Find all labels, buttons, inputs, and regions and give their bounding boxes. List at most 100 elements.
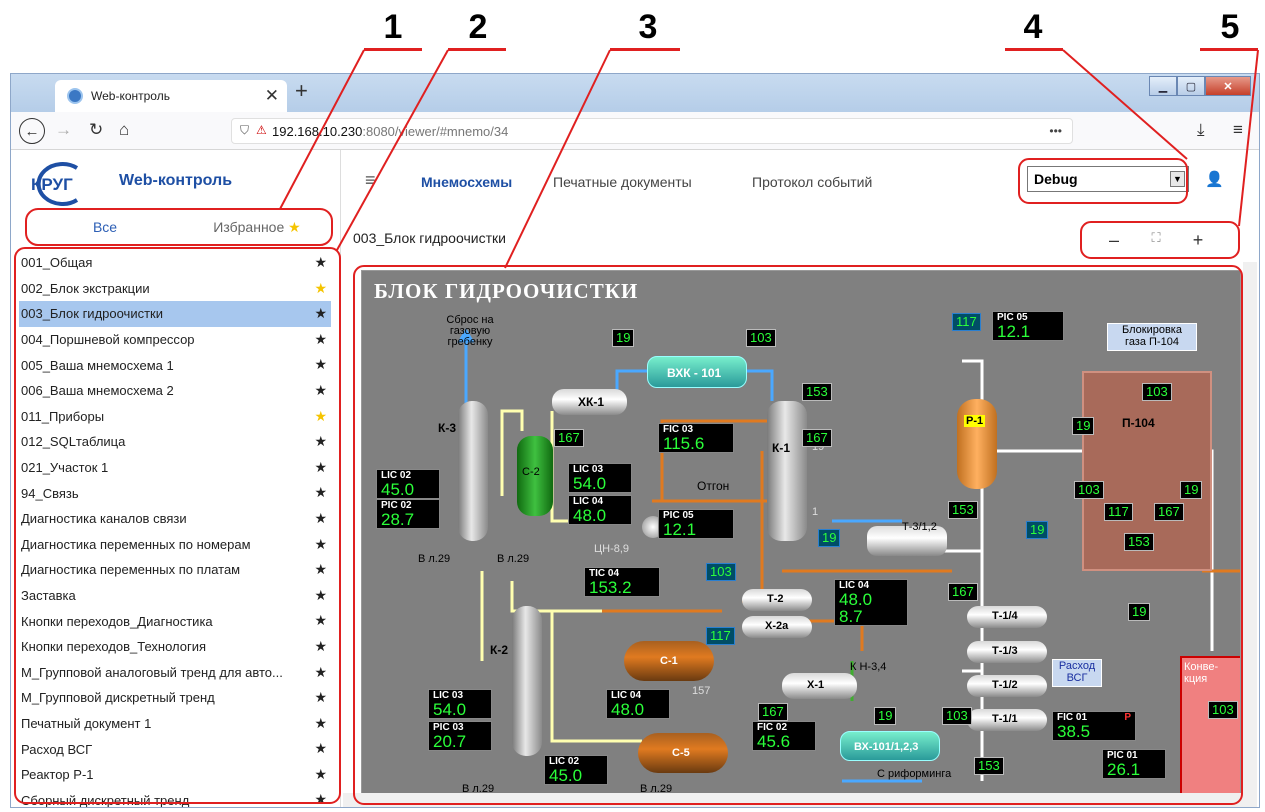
favorite-star-icon[interactable]: ★ [314, 791, 327, 807]
fit-screen-button[interactable]: ⛶ [1135, 230, 1177, 251]
browser-tab[interactable]: Web-контроль ✕ [55, 80, 287, 112]
user-icon[interactable]: 👤 [1205, 170, 1224, 188]
blocking-button[interactable]: Блокировка газа П-104 [1107, 323, 1197, 351]
instrument-lic03a[interactable]: LIC 03 54.0 [568, 463, 632, 493]
list-item[interactable]: Печатный документ 1 ★ [19, 711, 331, 737]
instrument-pic02[interactable]: PIC 02 28.7 [376, 499, 440, 529]
list-item[interactable]: 011_Приборы ★ [19, 404, 331, 430]
list-item[interactable]: М_Групповой аналоговый тренд для авто...… [19, 660, 331, 686]
instrument-fic01[interactable]: FIC 01 38.5 P [1052, 711, 1136, 741]
list-item[interactable]: 003_Блок гидроочистки ★ [19, 301, 331, 327]
value-v19e[interactable]: 19 [1128, 603, 1151, 621]
mode-select[interactable]: Debug ▼ [1027, 166, 1189, 192]
favorite-star-icon[interactable]: ★ [314, 510, 327, 527]
list-item[interactable]: Диагностика переменных по номерам ★ [19, 532, 331, 558]
column-k3[interactable] [458, 401, 488, 541]
value-v117a[interactable]: 117 [952, 313, 981, 331]
forward-icon[interactable]: → [55, 120, 72, 140]
list-item[interactable]: Сборный дискретный тренд ★ [19, 787, 331, 807]
instrument-lic02a[interactable]: LIC 02 45.0 [376, 469, 440, 499]
instrument-fic03[interactable]: FIC 03 115.6 [658, 423, 734, 453]
favorite-star-icon[interactable]: ★ [314, 484, 327, 501]
nav-schemes[interactable]: Мнемосхемы [421, 174, 512, 190]
value-v103b[interactable]: 103 [706, 563, 736, 581]
reactor-p1[interactable] [957, 399, 997, 489]
value-v103p1[interactable]: 103 [1142, 383, 1172, 401]
list-item[interactable]: 001_Общая ★ [19, 250, 331, 276]
list-item[interactable]: Кнопки переходов_Технология ★ [19, 634, 331, 660]
value-v19p2[interactable]: 19 [1180, 481, 1203, 499]
favorite-star-icon[interactable]: ★ [314, 433, 327, 450]
minimize-button[interactable]: ▁ [1149, 76, 1177, 96]
instrument-pic01[interactable]: PIC 01 26.1 [1102, 749, 1166, 779]
instrument-lic04c[interactable]: LIC 04 48.0 [606, 689, 670, 719]
list-item[interactable]: 005_Ваша мнемосхема 1 ★ [19, 352, 331, 378]
close-window-button[interactable]: ✕ [1205, 76, 1251, 96]
favorite-star-icon[interactable]: ★ [314, 587, 327, 604]
value-v19c[interactable]: 19 [1026, 521, 1049, 539]
column-k1[interactable] [767, 401, 807, 541]
page-actions-icon[interactable]: ••• [1049, 124, 1062, 138]
nav-print-docs[interactable]: Печатные документы [553, 174, 692, 190]
list-item[interactable]: 004_Поршневой компрессор ★ [19, 327, 331, 353]
tab-all[interactable]: Все [29, 210, 181, 244]
value-v167d[interactable]: 167 [758, 703, 788, 721]
value-v167c[interactable]: 167 [948, 583, 978, 601]
list-item[interactable]: 021_Участок 1 ★ [19, 455, 331, 481]
value-v19b[interactable]: 19 [818, 529, 841, 547]
nav-events[interactable]: Протокол событий [752, 174, 872, 190]
list-item[interactable]: Диагностика переменных по платам ★ [19, 557, 331, 583]
value-v19p1[interactable]: 19 [1072, 417, 1095, 435]
value-v103a[interactable]: 103 [746, 329, 776, 347]
favorite-star-icon[interactable]: ★ [314, 305, 327, 322]
list-item[interactable]: Расход ВСГ ★ [19, 736, 331, 762]
vertical-scrollbar[interactable] [1243, 262, 1257, 807]
column-k2[interactable] [512, 606, 542, 756]
new-tab-button[interactable]: + [295, 78, 308, 104]
list-item[interactable]: Кнопки переходов_Диагностика ★ [19, 608, 331, 634]
value-v103c[interactable]: 103 [942, 707, 972, 725]
value-v117p[interactable]: 117 [1104, 503, 1133, 521]
horizontal-scrollbar[interactable] [343, 793, 1243, 807]
address-bar[interactable]: ⛉ ⚠ 192.168.10.230:8080/viewer/#mnemo/34… [231, 118, 1073, 144]
value-v153p[interactable]: 153 [1124, 533, 1154, 551]
rashod-button[interactable]: Расход ВСГ [1052, 659, 1102, 687]
favorite-star-icon[interactable]: ★ [314, 280, 327, 297]
favorite-star-icon[interactable]: ★ [314, 664, 327, 681]
value-v19a[interactable]: 19 [612, 329, 635, 347]
list-item[interactable]: М_Групповой дискретный тренд ★ [19, 685, 331, 711]
instrument-lic04b[interactable]: LIC 04 48.0 8.7 [834, 579, 908, 626]
home-icon[interactable]: ⌂ [119, 120, 129, 140]
favorite-star-icon[interactable]: ★ [314, 715, 327, 732]
reload-icon[interactable]: ↻ [89, 120, 103, 140]
back-icon[interactable]: ← [19, 118, 45, 144]
favorite-star-icon[interactable]: ★ [314, 766, 327, 783]
list-item[interactable]: Заставка ★ [19, 583, 331, 609]
list-item[interactable]: 006_Ваша мнемосхема 2 ★ [19, 378, 331, 404]
favorite-star-icon[interactable]: ★ [314, 612, 327, 629]
value-v103k[interactable]: 103 [1208, 701, 1238, 719]
instrument-pic05b[interactable]: PIC 05 12.1 [992, 311, 1064, 341]
instrument-pic05a[interactable]: PIC 05 12.1 [658, 509, 734, 539]
favorite-star-icon[interactable]: ★ [314, 689, 327, 706]
instrument-pic03[interactable]: PIC 03 20.7 [428, 721, 492, 751]
instrument-tic04[interactable]: TIC 04 153.2 [584, 567, 660, 597]
instrument-fic02[interactable]: FIC 02 45.6 [752, 721, 816, 751]
favorite-star-icon[interactable]: ★ [314, 638, 327, 655]
favorite-star-icon[interactable]: ★ [314, 740, 327, 757]
instrument-lic03b[interactable]: LIC 03 54.0 [428, 689, 492, 719]
zoom-out-button[interactable]: – [1093, 230, 1135, 251]
favorite-star-icon[interactable]: ★ [314, 561, 327, 578]
value-v117b[interactable]: 117 [706, 627, 735, 645]
favorite-star-icon[interactable]: ★ [314, 536, 327, 553]
list-item[interactable]: Диагностика каналов связи ★ [19, 506, 331, 532]
favorite-star-icon[interactable]: ★ [314, 356, 327, 373]
value-v153b[interactable]: 153 [948, 501, 978, 519]
value-v153a[interactable]: 153 [802, 383, 832, 401]
value-v153c[interactable]: 153 [974, 757, 1004, 775]
zoom-in-button[interactable]: + [1177, 230, 1219, 251]
list-item[interactable]: 002_Блок экстракции ★ [19, 276, 331, 302]
value-v19d[interactable]: 19 [874, 707, 897, 725]
favorite-star-icon[interactable]: ★ [314, 382, 327, 399]
maximize-button[interactable]: ▢ [1177, 76, 1205, 96]
